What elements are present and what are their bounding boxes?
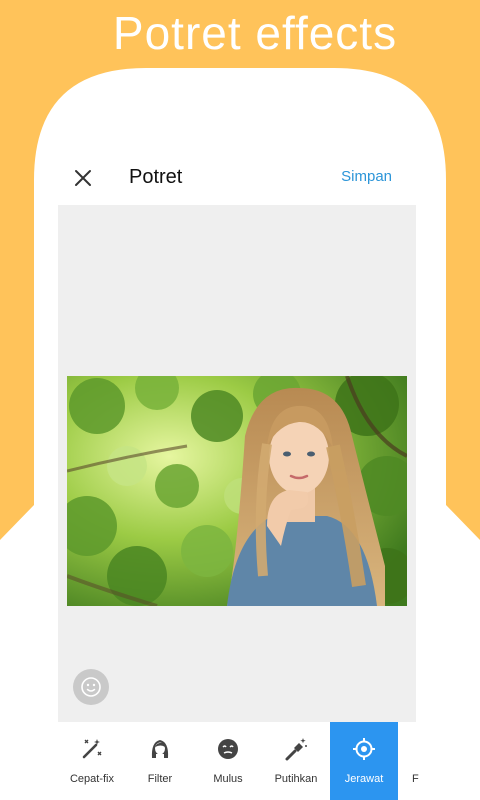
tool-label: Mulus: [213, 773, 243, 785]
close-icon: [75, 170, 91, 186]
page-title: Potret: [129, 166, 183, 188]
smooth-face-icon: [218, 739, 238, 759]
tool-mulus[interactable]: Mulus: [194, 722, 262, 800]
close-button[interactable]: [68, 163, 98, 193]
magic-wand-icon: [82, 739, 102, 759]
save-button[interactable]: Simpan: [341, 168, 392, 185]
tool-label: Jerawat: [344, 773, 384, 785]
top-bar: Potret Simpan: [58, 152, 416, 205]
tool-label: Cepat-fix: [69, 773, 115, 785]
tool-partial-label[interactable]: F: [412, 773, 419, 785]
tool-putihkan[interactable]: Putihkan: [262, 722, 330, 800]
editing-canvas: [58, 205, 416, 722]
face-detect-button[interactable]: [73, 669, 109, 705]
face-icon: [81, 677, 101, 697]
portrait-photo[interactable]: [67, 376, 407, 606]
portrait-photo-image: [67, 376, 407, 606]
tool-label: Putihkan: [274, 773, 318, 785]
app-screen: Potret Simpan: [58, 152, 416, 800]
bottom-toolbar: Cepat-fix Filter Mulus Putihkan Jerawat …: [0, 722, 480, 800]
banner-title: Potret effects: [112, 7, 398, 59]
tool-label: Filter: [147, 773, 173, 785]
whiten-brush-icon: [285, 738, 307, 761]
tool-filter[interactable]: Filter: [126, 722, 194, 800]
target-icon: [353, 738, 375, 760]
woman-face-icon: [151, 740, 169, 758]
tool-jerawat[interactable]: Jerawat: [330, 722, 398, 800]
tool-cepat-fix[interactable]: Cepat-fix: [58, 722, 126, 800]
